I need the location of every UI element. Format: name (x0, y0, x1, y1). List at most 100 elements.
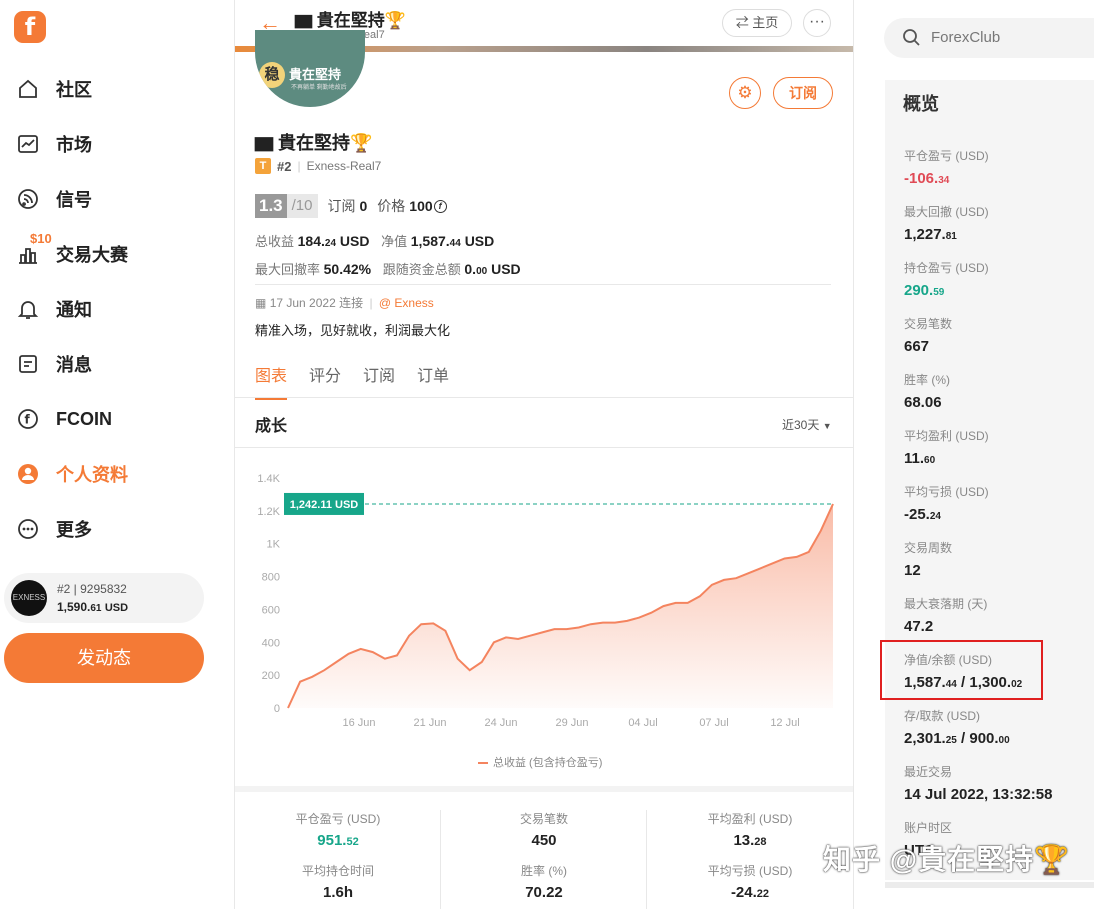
bell-icon (16, 297, 40, 321)
stat-value: 70.22 (525, 884, 563, 901)
subscribe-button[interactable]: 订阅 (773, 77, 833, 109)
overview-item: 平仓盈亏 (USD) -106.34 (904, 147, 989, 187)
tab-orders[interactable]: 订单 (417, 362, 449, 400)
chart-divider (235, 447, 853, 448)
stat-value: 1.6h (322, 884, 353, 901)
stat-label: 交易笔数 (519, 812, 568, 826)
home-icon (16, 77, 40, 101)
nav-profile[interactable]: 个人资料 (16, 459, 128, 489)
stat-value: 951.52 (317, 832, 359, 849)
overview-item: 持仓盈亏 (USD) 290.59 (904, 259, 989, 299)
search-box[interactable]: ForexClub (884, 18, 1094, 58)
overview-value: -25.24 (904, 506, 941, 523)
y-tick-label: 600 (262, 604, 280, 616)
nav-market[interactable]: 市场 (16, 129, 92, 159)
header-title: ▆ 貴在堅持🏆 (295, 11, 406, 30)
broker-link[interactable]: @ Exness (379, 296, 434, 310)
nav-more[interactable]: 更多 (16, 514, 92, 544)
overview-label: 平均盈利 (USD) (904, 429, 989, 443)
account-balance: 1,590.61 USD (57, 600, 129, 614)
tab-subscription[interactable]: 订阅 (363, 362, 395, 400)
account-card[interactable]: EXNESS #2 | 9295832 1,590.61 USD (4, 573, 204, 623)
profile-name: ▆ 貴在堅持🏆 (255, 133, 373, 153)
total-profit: 184.24 USD (297, 233, 370, 249)
nav-signal-label: 信号 (56, 190, 92, 210)
stat-cell: 平仓盈亏 (USD) 951.52 (235, 810, 441, 849)
range-select[interactable]: 近30天 ▼ (782, 416, 832, 433)
overview-item: 最大回撤 (USD) 1,227.81 (904, 203, 989, 243)
stat-cell: 交易笔数 450 (441, 810, 647, 849)
nav-message[interactable]: 消息 (16, 349, 92, 379)
contest-icon (16, 242, 40, 266)
watermark: 知乎 @貴在堅持🏆 (823, 844, 1070, 875)
nav-market-label: 市场 (56, 135, 92, 155)
follow-funds: 0.00 USD (464, 261, 521, 277)
growth-chart: 0 200 400 600 800 1K 1.2K 1.4K 16 Jun 21 Jun 24 Ju… (235, 460, 853, 780)
search-input[interactable]: ForexClub (931, 29, 1000, 46)
svg-text:f: f (25, 413, 31, 427)
score-line: 1.3 /10 订阅 0 价格 100 f (255, 194, 447, 218)
caret-down-icon: ▼ (822, 421, 832, 431)
nav-community[interactable]: 社区 (16, 74, 92, 104)
overview-label: 最大回撤 (USD) (904, 205, 989, 219)
stat-label: 平均盈利 (USD) (707, 812, 793, 826)
overview-item: 交易笔数 667 (904, 315, 952, 355)
growth-title: 成长 (255, 418, 288, 435)
post-button[interactable]: 发动态 (4, 633, 204, 683)
y-tick-label: 1K (267, 539, 281, 551)
sidebar: f 社区 市场 信号 $10 交易大赛 通知 消息 f FCOIN 个人资料 更… (0, 0, 235, 909)
overview-label: 平仓盈亏 (USD) (904, 149, 989, 163)
home-button[interactable]: ⇄ 主页 (722, 9, 792, 37)
divider (255, 284, 831, 285)
overview-item: 胜率 (%) 68.06 (904, 371, 950, 411)
nav-contest[interactable]: 交易大赛 (16, 239, 128, 269)
y-tick-label: 200 (262, 670, 280, 682)
y-tick-label: 0 (274, 703, 280, 715)
series-area (288, 504, 833, 708)
avatar-name: 貴在堅持 (289, 67, 342, 82)
y-tick-label: 400 (262, 637, 280, 649)
chart-legend: 总收益 (包含持仓盈亏) (478, 754, 602, 770)
subs-value: 0 (359, 198, 368, 214)
search-icon (902, 28, 921, 51)
overview-item: 存/取款 (USD) 2,301.25 / 900.00 (904, 707, 1010, 747)
overview-value: 68.06 (904, 394, 942, 411)
more-options-button[interactable]: ··· (803, 9, 831, 37)
message-icon (16, 352, 40, 376)
y-tick-label: 800 (262, 572, 280, 584)
x-tick-label: 12 Jul (770, 717, 799, 729)
tab-rating[interactable]: 评分 (309, 362, 341, 400)
score-value: 1.3 (255, 194, 287, 218)
nav-fcoin-label: FCOIN (56, 408, 112, 429)
nav-notify[interactable]: 通知 (16, 294, 92, 324)
app-logo[interactable]: f (14, 11, 46, 43)
drawdown-line: 最大回撤率 50.42% 跟随资金总额 0.00 USD (255, 261, 521, 277)
account-id: #2 | 9295832 (57, 582, 127, 596)
more-icon (16, 517, 40, 541)
overview-title: 概览 (903, 94, 939, 114)
nav-contest-label: 交易大赛 (56, 245, 128, 265)
overview-value: 1,227.81 (904, 226, 957, 243)
overview-bottom-band (885, 882, 1094, 888)
nav-profile-label: 个人资料 (56, 465, 128, 485)
max-drawdown: 50.42% (323, 261, 372, 277)
score-denominator: /10 (286, 194, 318, 218)
y-tick-label: 1.4K (257, 473, 280, 485)
tab-chart[interactable]: 图表 (255, 362, 288, 400)
nav-fcoin[interactable]: f FCOIN (16, 404, 112, 434)
overview-panel: 概览 平仓盈亏 (USD) -106.34 最大回撤 (USD) 1,227.81 持仓… (885, 80, 1094, 880)
signal-icon (16, 187, 40, 211)
stat-label: 平仓盈亏 (USD) (295, 812, 381, 826)
overview-label: 最近交易 (904, 765, 953, 779)
nav-signal[interactable]: 信号 (16, 184, 92, 214)
x-tick-label: 29 Jun (555, 717, 588, 729)
stat-label: 胜率 (%) (521, 864, 567, 878)
settings-gear-icon[interactable]: ⚙ (729, 77, 761, 109)
fcoin-icon: f (16, 407, 40, 431)
last-value-label: 1,242.11 USD (290, 499, 359, 511)
account-avatar: EXNESS (11, 580, 47, 616)
overview-value: 2,301.25 / 900.00 (904, 730, 1010, 747)
overview-value: 47.2 (904, 618, 934, 635)
main-panel: ← ▆ 貴在堅持🏆 #2 | Exness-Real7 ⇄ 主页 ··· 稳 貴… (235, 0, 854, 909)
overview-label: 平均亏损 (USD) (904, 485, 989, 499)
